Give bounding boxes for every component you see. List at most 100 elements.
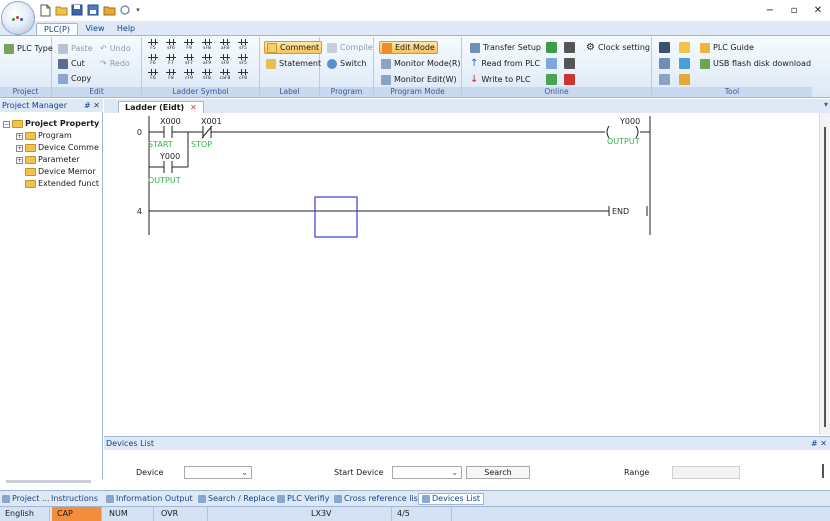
- expand-icon[interactable]: +: [16, 144, 23, 152]
- search-button[interactable]: Search: [466, 466, 530, 479]
- tool-lock-icon[interactable]: [679, 42, 690, 53]
- app-menu-button[interactable]: [1, 1, 35, 35]
- write-to-plc-button[interactable]: ↓ Write to PLC: [468, 73, 533, 86]
- ladder-application-button[interactable]: F8: [165, 69, 177, 83]
- open-folder-icon[interactable]: [54, 3, 68, 17]
- ladder-invert-button[interactable]: sF9: [219, 54, 231, 68]
- statement-button[interactable]: Statement: [264, 57, 323, 70]
- ribbon-tabs: PLC(P) View Help: [0, 21, 830, 36]
- save-as-icon[interactable]: [86, 3, 100, 17]
- panel-scrollbar[interactable]: [822, 464, 824, 478]
- ladder-delete-button[interactable]: cF9: [183, 69, 195, 83]
- ladder-parallel-nc-button[interactable]: F6: [147, 69, 159, 83]
- redo-button[interactable]: ↷ Redo: [98, 57, 132, 70]
- run-plc-icon[interactable]: [546, 42, 557, 53]
- expand-icon[interactable]: +: [16, 132, 23, 140]
- tab-search-replace[interactable]: Search / Replace: [198, 493, 275, 505]
- minimize-button[interactable]: −: [758, 0, 782, 21]
- tab-cross-reference[interactable]: Cross reference list: [334, 493, 421, 505]
- edit-mode-button[interactable]: Edit Mode: [379, 41, 438, 54]
- tab-ladder[interactable]: Ladder (Eidt) ✕: [118, 101, 204, 113]
- tree-node-program[interactable]: + Program: [16, 130, 72, 142]
- comment-button[interactable]: Comment: [264, 41, 323, 54]
- pin-close-icon[interactable]: # ✕: [84, 99, 100, 112]
- scroll-thumb[interactable]: [824, 127, 826, 427]
- plc-info-icon[interactable]: [564, 58, 575, 69]
- maximize-button[interactable]: ▫: [782, 0, 806, 21]
- close-button[interactable]: ✕: [806, 0, 830, 21]
- ladder-delete-hline-button[interactable]: sF8: [201, 39, 213, 53]
- ladder-editor[interactable]: 0 4 X000 START X001 STOP Y000 OUTPUT Y00…: [104, 113, 819, 435]
- tree-node-parameter[interactable]: + Parameter: [16, 154, 80, 166]
- ladder-pulse-falling-button[interactable]: aF9: [201, 54, 213, 68]
- tree-node-project-property[interactable]: − Project Property: [3, 118, 99, 130]
- transfer-setup-button[interactable]: Transfer Setup: [468, 41, 543, 54]
- undo-button[interactable]: ↶ Undo: [98, 42, 133, 55]
- ladder-instruction-button[interactable]: sF5: [237, 39, 249, 53]
- plc-memory-icon[interactable]: [564, 42, 575, 53]
- collapse-icon[interactable]: −: [3, 120, 10, 128]
- paste-button[interactable]: Paste: [56, 42, 95, 55]
- device-select[interactable]: ⌄: [184, 466, 252, 479]
- cut-button[interactable]: Cut: [56, 57, 87, 70]
- ladder-extra-button[interactable]: cF8: [237, 69, 249, 83]
- project-tab-icon: [2, 495, 10, 503]
- tree-scrollbar[interactable]: [6, 480, 91, 483]
- copy-button[interactable]: Copy: [56, 72, 93, 85]
- ladder-contact-nc-button[interactable]: sF6: [165, 39, 177, 53]
- tool-settings-icon[interactable]: [659, 58, 670, 69]
- expand-icon[interactable]: +: [16, 156, 23, 164]
- monitor-device-icon[interactable]: [546, 58, 557, 69]
- tool-password-icon[interactable]: [679, 58, 690, 69]
- ladder-contact-no-button[interactable]: F5: [147, 39, 159, 53]
- tab-plc-verify[interactable]: PLC Verifiy: [277, 493, 329, 505]
- stop-plc-icon[interactable]: [564, 74, 575, 85]
- monitor-mode-button[interactable]: Monitor Mode(R): [379, 57, 463, 70]
- ladder-hline-button[interactable]: F9: [183, 39, 195, 53]
- contact-x001-nc[interactable]: [201, 125, 213, 139]
- compile-label: Compile: [340, 43, 373, 52]
- tab-project[interactable]: Project ...: [2, 493, 50, 505]
- refresh-icon[interactable]: [118, 3, 132, 17]
- tab-instructions[interactable]: Instructions: [51, 493, 98, 505]
- ladder-vertical-scrollbar[interactable]: [819, 113, 830, 435]
- contact-x000[interactable]: [163, 126, 173, 138]
- start-device-select[interactable]: ⌄: [392, 466, 462, 479]
- tool-unlock-icon[interactable]: [679, 74, 690, 85]
- plc-type-button[interactable]: PLC Type: [2, 42, 55, 55]
- key-label: sF5: [239, 46, 247, 51]
- read-from-plc-button[interactable]: ↑ Read from PLC: [468, 57, 542, 70]
- switch-button[interactable]: Switch: [325, 57, 368, 70]
- compile-button[interactable]: Compile: [325, 41, 375, 54]
- ladder-parallel-falling-button[interactable]: caF8: [219, 69, 231, 83]
- contact-y000[interactable]: [163, 161, 173, 173]
- tree-node-extended-function[interactable]: Extended funct: [25, 178, 99, 190]
- tree-node-device-comment[interactable]: + Device Comme: [16, 142, 99, 154]
- customize-qat-icon[interactable]: ▾: [134, 3, 142, 17]
- ladder-parallel-no-button[interactable]: F6: [147, 54, 159, 68]
- pin-close-icon[interactable]: # ✕: [811, 437, 827, 450]
- tool-monitor-icon[interactable]: [659, 42, 670, 53]
- usb-download-button[interactable]: USB flash disk download: [698, 57, 813, 70]
- device-label: X001: [201, 117, 222, 126]
- ladder-pulse-button[interactable]: aF8: [219, 39, 231, 53]
- tool-window-icon[interactable]: [659, 74, 670, 85]
- ladder-coil-button[interactable]: F7: [165, 54, 177, 68]
- key-label: F9: [186, 46, 192, 51]
- tab-information-output[interactable]: Information Output: [106, 493, 193, 505]
- tab-devices-list[interactable]: Devices List: [418, 493, 485, 505]
- tab-dropdown-icon[interactable]: ▾: [824, 100, 828, 109]
- new-file-icon[interactable]: [38, 3, 52, 17]
- ladder-cursor[interactable]: [314, 196, 358, 238]
- ladder-parallel-pulse-button[interactable]: sF8: [201, 69, 213, 83]
- connect-icon[interactable]: [546, 74, 557, 85]
- plc-guide-button[interactable]: PLC Guide: [698, 41, 756, 54]
- open-project-icon[interactable]: [102, 3, 116, 17]
- ladder-vline-button[interactable]: sF7: [183, 54, 195, 68]
- clock-setting-button[interactable]: ⚙ Clock setting: [584, 41, 652, 54]
- ladder-delete-vline-button[interactable]: sF5: [237, 54, 249, 68]
- tree-node-device-memory[interactable]: Device Memor: [25, 166, 96, 178]
- monitor-edit-button[interactable]: Monitor Edit(W): [379, 73, 459, 86]
- close-tab-icon[interactable]: ✕: [190, 103, 197, 112]
- save-icon[interactable]: [70, 3, 84, 17]
